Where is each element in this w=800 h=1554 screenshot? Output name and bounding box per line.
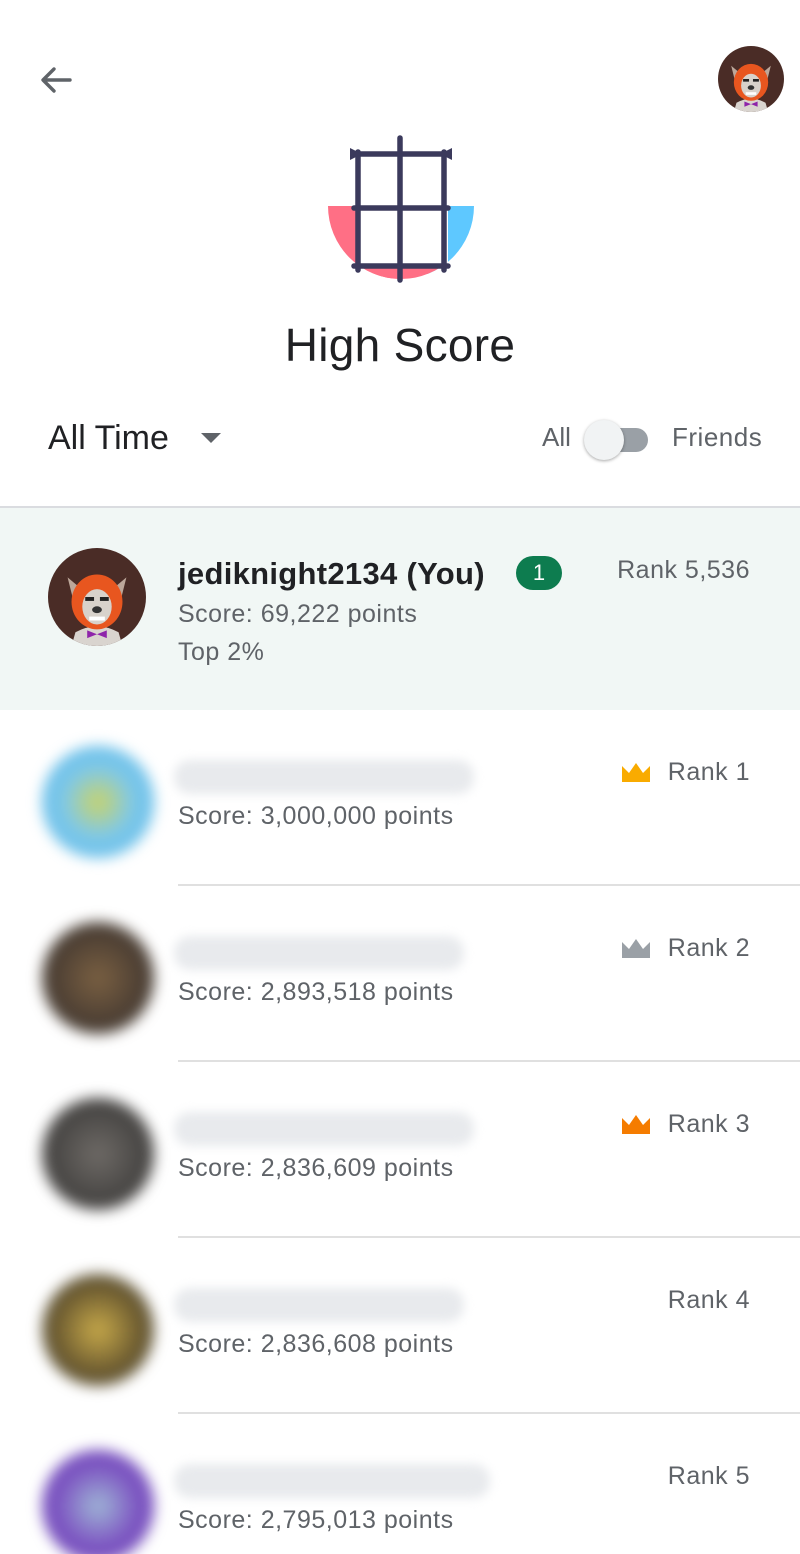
leaderboard-row[interactable]: Score: 2,795,013 points Rank 5	[0, 1414, 800, 1554]
toggle-all-label: All	[542, 422, 571, 452]
gold-crown-icon	[621, 762, 650, 782]
player-rank: Rank 2	[620, 934, 750, 963]
player-avatar	[42, 1098, 154, 1210]
current-user-row[interactable]: jediknight2134 (You) 1 Score: 69,222 poi…	[0, 508, 800, 710]
player-name-redacted	[174, 1112, 474, 1146]
current-user-percentile: Top 2%	[178, 638, 265, 666]
current-user-avatar	[48, 548, 146, 646]
top-app-bar	[0, 0, 800, 130]
werewolf-avatar-icon	[718, 46, 784, 112]
player-avatar	[42, 746, 154, 858]
game-logo	[326, 134, 476, 284]
player-avatar	[42, 1450, 154, 1554]
player-score: Score: 2,893,518 points	[178, 978, 454, 1006]
current-user-score: Score: 69,222 points	[178, 600, 418, 628]
player-rank: Rank 1	[620, 758, 750, 787]
leaderboard-row[interactable]: Score: 2,836,608 points Rank 4	[0, 1238, 800, 1414]
grid-game-icon	[328, 135, 474, 283]
player-name-redacted	[174, 1288, 464, 1322]
player-avatar	[42, 922, 154, 1034]
leaderboard-row[interactable]: Score: 2,893,518 points Rank 2	[0, 886, 800, 1062]
filter-row: All Time All Friends	[0, 400, 800, 480]
level-badge: 1	[516, 556, 562, 590]
page-title: High Score	[284, 319, 516, 371]
player-rank: Rank 4	[668, 1286, 750, 1315]
time-range-label: All Time	[48, 418, 169, 457]
player-name-redacted	[174, 936, 464, 970]
silver-crown-icon	[621, 938, 650, 958]
leaderboard-row[interactable]: Score: 2,836,609 points Rank 3	[0, 1062, 800, 1238]
player-rank-label: Rank 1	[667, 758, 750, 786]
time-range-dropdown[interactable]: All Time	[48, 412, 221, 464]
player-score: Score: 2,836,609 points	[178, 1154, 454, 1182]
bronze-crown-icon	[621, 1114, 650, 1134]
werewolf-avatar-icon	[48, 548, 146, 646]
toggle-thumb	[584, 420, 624, 460]
back-button[interactable]	[30, 56, 82, 104]
arrow-back-icon	[41, 67, 72, 93]
player-rank: Rank 5	[668, 1462, 750, 1491]
toggle-friends-label: Friends	[672, 422, 763, 452]
player-name-redacted	[174, 1464, 490, 1498]
player-rank: Rank 3	[620, 1110, 750, 1139]
player-name-redacted	[174, 760, 474, 794]
player-rank-label: Rank 4	[667, 1286, 750, 1314]
current-user-name: jediknight2134 (You)	[178, 556, 485, 591]
leaderboard-row[interactable]: Score: 3,000,000 points Rank 1	[0, 710, 800, 886]
player-score: Score: 3,000,000 points	[178, 802, 454, 830]
player-score: Score: 2,795,013 points	[178, 1506, 454, 1534]
dropdown-arrow-icon	[200, 433, 221, 443]
player-rank-label: Rank 3	[667, 1110, 750, 1138]
player-rank-label: Rank 2	[667, 934, 750, 962]
current-user-rank: Rank 5,536	[617, 556, 750, 584]
friends-toggle[interactable]	[584, 418, 650, 462]
player-score: Score: 2,836,608 points	[178, 1330, 454, 1358]
player-avatar	[42, 1274, 154, 1386]
profile-avatar[interactable]	[718, 46, 784, 112]
player-rank-label: Rank 5	[667, 1462, 750, 1490]
